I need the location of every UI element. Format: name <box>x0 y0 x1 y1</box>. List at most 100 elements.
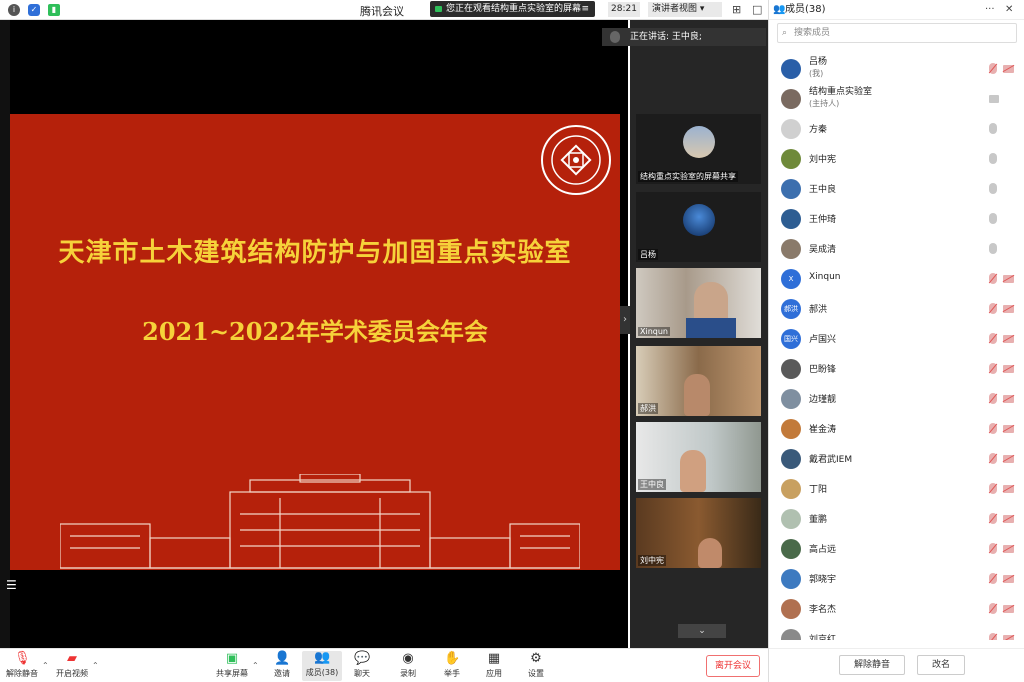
camera-off-icon[interactable] <box>1003 485 1014 493</box>
apps-button[interactable]: ▦ 应用 <box>474 652 514 679</box>
member-search-input[interactable]: ⌕ 搜索成员 <box>777 23 1017 43</box>
screen-share-notice[interactable]: 您正在观看结构重点实验室的屏幕 ≡ <box>430 1 595 17</box>
chevron-up-icon[interactable]: ⌃ <box>42 661 49 670</box>
leave-meeting-button[interactable]: 离开会议 <box>706 655 760 677</box>
mic-icon[interactable] <box>989 123 997 134</box>
record-button[interactable]: ◉ 录制 <box>388 652 428 679</box>
member-row[interactable]: 郝洪 郝洪 <box>769 294 1024 324</box>
mic-muted-icon[interactable] <box>989 513 997 524</box>
mic-muted-icon[interactable] <box>989 573 997 584</box>
video-tile[interactable]: 王中良 <box>636 422 761 492</box>
member-row[interactable]: 郭晓宇 <box>769 564 1024 594</box>
camera-off-icon[interactable] <box>1003 335 1014 343</box>
video-tile[interactable]: 吕杨 <box>636 192 761 262</box>
chat-label: 聊天 <box>354 669 370 678</box>
settings-button[interactable]: ⚙ 设置 <box>516 652 556 679</box>
member-row[interactable]: 戴君武IEM <box>769 444 1024 474</box>
mic-icon[interactable] <box>989 183 997 194</box>
video-tile[interactable]: 刘中宪 <box>636 498 761 568</box>
list-toggle-icon[interactable]: ☰ <box>6 578 17 592</box>
view-mode-dropdown[interactable]: 演讲者视图 ▾ <box>648 2 722 17</box>
mic-muted-icon[interactable] <box>989 453 997 464</box>
rename-button[interactable]: 改名 <box>917 655 965 675</box>
video-tile[interactable]: Xinqun <box>636 268 761 338</box>
member-row[interactable]: 刘中宪 <box>769 144 1024 174</box>
camera-off-icon[interactable] <box>1003 515 1014 523</box>
university-seal-icon <box>541 125 611 195</box>
member-row[interactable]: 结构重点实验室 (主持人) <box>769 84 1024 114</box>
camera-off-icon[interactable] <box>1003 575 1014 583</box>
screen-share-icon[interactable] <box>989 95 999 103</box>
video-tile[interactable]: 结构重点实验室的屏幕共享 <box>636 114 761 184</box>
member-row[interactable]: 丁阳 <box>769 474 1024 504</box>
camera-off-icon[interactable] <box>1003 275 1014 283</box>
mic-muted-icon[interactable] <box>989 273 997 284</box>
member-row[interactable]: 王仲琦 <box>769 204 1024 234</box>
mic-muted-icon[interactable] <box>989 303 997 314</box>
more-icon[interactable]: ··· <box>985 0 995 20</box>
mic-muted-icon[interactable] <box>989 603 997 614</box>
speaking-label: 正在讲话: <box>630 32 670 42</box>
mic-muted-icon[interactable] <box>989 543 997 554</box>
member-row[interactable]: 刘京红 <box>769 624 1024 640</box>
collapse-strip-icon[interactable]: › <box>620 306 630 334</box>
camera-off-icon[interactable] <box>1003 425 1014 433</box>
invite-button[interactable]: 👤 邀请 <box>262 652 302 679</box>
unmute-button[interactable]: 🎙 解除静音 <box>2 652 42 679</box>
member-row[interactable]: 国兴 卢国兴 <box>769 324 1024 354</box>
unmute-all-button[interactable]: 解除静音 <box>839 655 905 675</box>
close-icon[interactable]: ✕ <box>1005 0 1013 20</box>
menu-icon[interactable]: ≡ <box>581 1 589 17</box>
member-row[interactable]: 方秦 <box>769 114 1024 144</box>
member-row[interactable]: 董鹏 <box>769 504 1024 534</box>
mic-muted-icon[interactable] <box>989 633 997 640</box>
chat-button[interactable]: 💬 聊天 <box>342 652 382 679</box>
member-row[interactable]: X Xinqun <box>769 264 1024 294</box>
camera-off-icon[interactable] <box>1003 545 1014 553</box>
video-tile[interactable]: 郝洪 <box>636 346 761 416</box>
member-list: 吕杨 (我) 结构重点实验室 (主持人) 方秦 刘中宪王中良王仲琦 吴成清 X Xinqun 郝洪… <box>769 54 1024 640</box>
signal-icon[interactable]: ▮ <box>48 4 60 16</box>
chevron-up-icon[interactable]: ⌃ <box>252 661 259 670</box>
mic-muted-icon[interactable] <box>989 393 997 404</box>
share-screen-button[interactable]: ▣ 共享屏幕 <box>212 652 252 679</box>
member-row[interactable]: 巴盼锋 <box>769 354 1024 384</box>
member-name-text: 吕杨 <box>809 57 828 67</box>
hand-icon: ✋ <box>444 651 461 666</box>
camera-off-icon[interactable] <box>1003 605 1014 613</box>
chevron-up-icon[interactable]: ⌃ <box>92 661 99 670</box>
mic-muted-icon[interactable] <box>989 333 997 344</box>
camera-off-icon[interactable] <box>1003 635 1014 640</box>
camera-off-icon[interactable] <box>1003 455 1014 463</box>
mic-icon[interactable] <box>989 153 997 164</box>
mic-muted-icon[interactable] <box>989 483 997 494</box>
member-row[interactable]: 崔金涛 <box>769 414 1024 444</box>
start-video-button[interactable]: ▰ 开启视频 <box>52 652 92 679</box>
member-name: 刘京红 <box>809 632 836 640</box>
member-row[interactable]: 李名杰 <box>769 594 1024 624</box>
mic-icon[interactable] <box>989 243 997 254</box>
avatar: X <box>781 269 801 289</box>
camera-off-icon[interactable] <box>1003 65 1014 73</box>
member-name-text: 王中良 <box>809 185 837 195</box>
scroll-down-icon[interactable]: ⌄ <box>678 624 726 638</box>
sidebar-toggle-icon[interactable]: □ <box>752 3 762 16</box>
member-row[interactable]: 吴成清 <box>769 234 1024 264</box>
member-row[interactable]: 边瑾靓 <box>769 384 1024 414</box>
mic-muted-icon[interactable] <box>989 63 997 74</box>
member-row[interactable]: 吕杨 (我) <box>769 54 1024 84</box>
camera-off-icon[interactable] <box>1003 365 1014 373</box>
raise-hand-button[interactable]: ✋ 举手 <box>432 652 472 679</box>
mic-muted-icon[interactable] <box>989 363 997 374</box>
fullscreen-icon[interactable]: ⊞ <box>732 3 741 16</box>
info-icon[interactable]: i <box>8 4 20 16</box>
mic-muted-icon[interactable] <box>989 423 997 434</box>
screen-share-notice-text: 您正在观看结构重点实验室的屏幕 <box>446 4 582 14</box>
member-row[interactable]: 高占远 <box>769 534 1024 564</box>
camera-off-icon[interactable] <box>1003 305 1014 313</box>
members-button[interactable]: 👥 成员(38) <box>302 651 342 681</box>
mic-icon[interactable] <box>989 213 997 224</box>
shield-icon[interactable]: ✓ <box>28 4 40 16</box>
member-row[interactable]: 王中良 <box>769 174 1024 204</box>
camera-off-icon[interactable] <box>1003 395 1014 403</box>
